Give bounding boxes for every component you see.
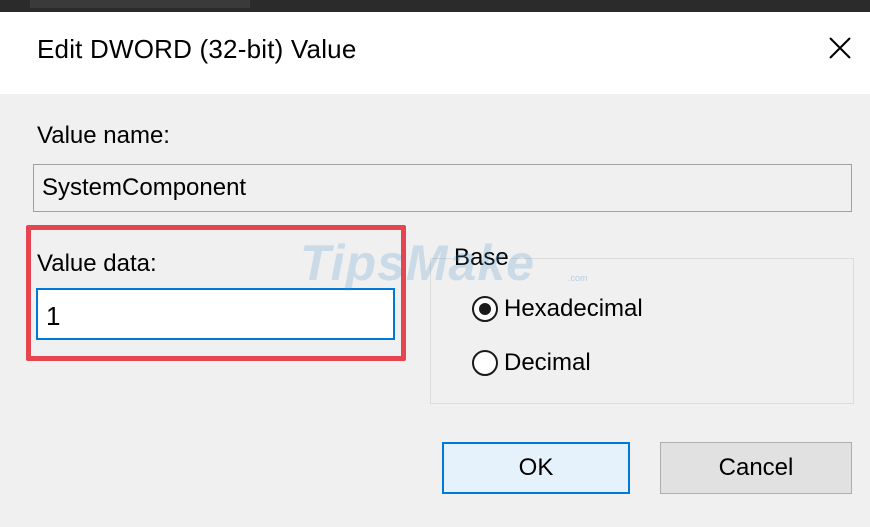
radio-decimal[interactable]: Decimal xyxy=(472,349,591,377)
close-button[interactable] xyxy=(818,26,862,70)
value-name-label: Value name: xyxy=(37,122,170,149)
dialog-titlebar: Edit DWORD (32-bit) Value xyxy=(0,12,870,94)
cancel-button[interactable]: Cancel xyxy=(660,442,852,494)
highlight-box xyxy=(26,225,406,361)
radio-unselected-icon xyxy=(472,350,498,376)
radio-selected-icon xyxy=(472,296,498,322)
base-group xyxy=(430,258,854,404)
radio-hexadecimal-label: Hexadecimal xyxy=(504,295,643,322)
base-legend: Base xyxy=(452,244,511,272)
radio-hexadecimal[interactable]: Hexadecimal xyxy=(472,295,643,323)
close-icon xyxy=(829,37,851,59)
ok-button[interactable]: OK xyxy=(442,442,630,494)
edit-dword-dialog: Edit DWORD (32-bit) Value Value name: Sy… xyxy=(0,12,870,527)
dialog-title: Edit DWORD (32-bit) Value xyxy=(37,34,357,64)
background-window-fragment xyxy=(30,0,250,8)
value-name-field[interactable]: SystemComponent xyxy=(33,164,852,212)
radio-decimal-label: Decimal xyxy=(504,349,591,376)
background-window-strip xyxy=(0,0,870,12)
